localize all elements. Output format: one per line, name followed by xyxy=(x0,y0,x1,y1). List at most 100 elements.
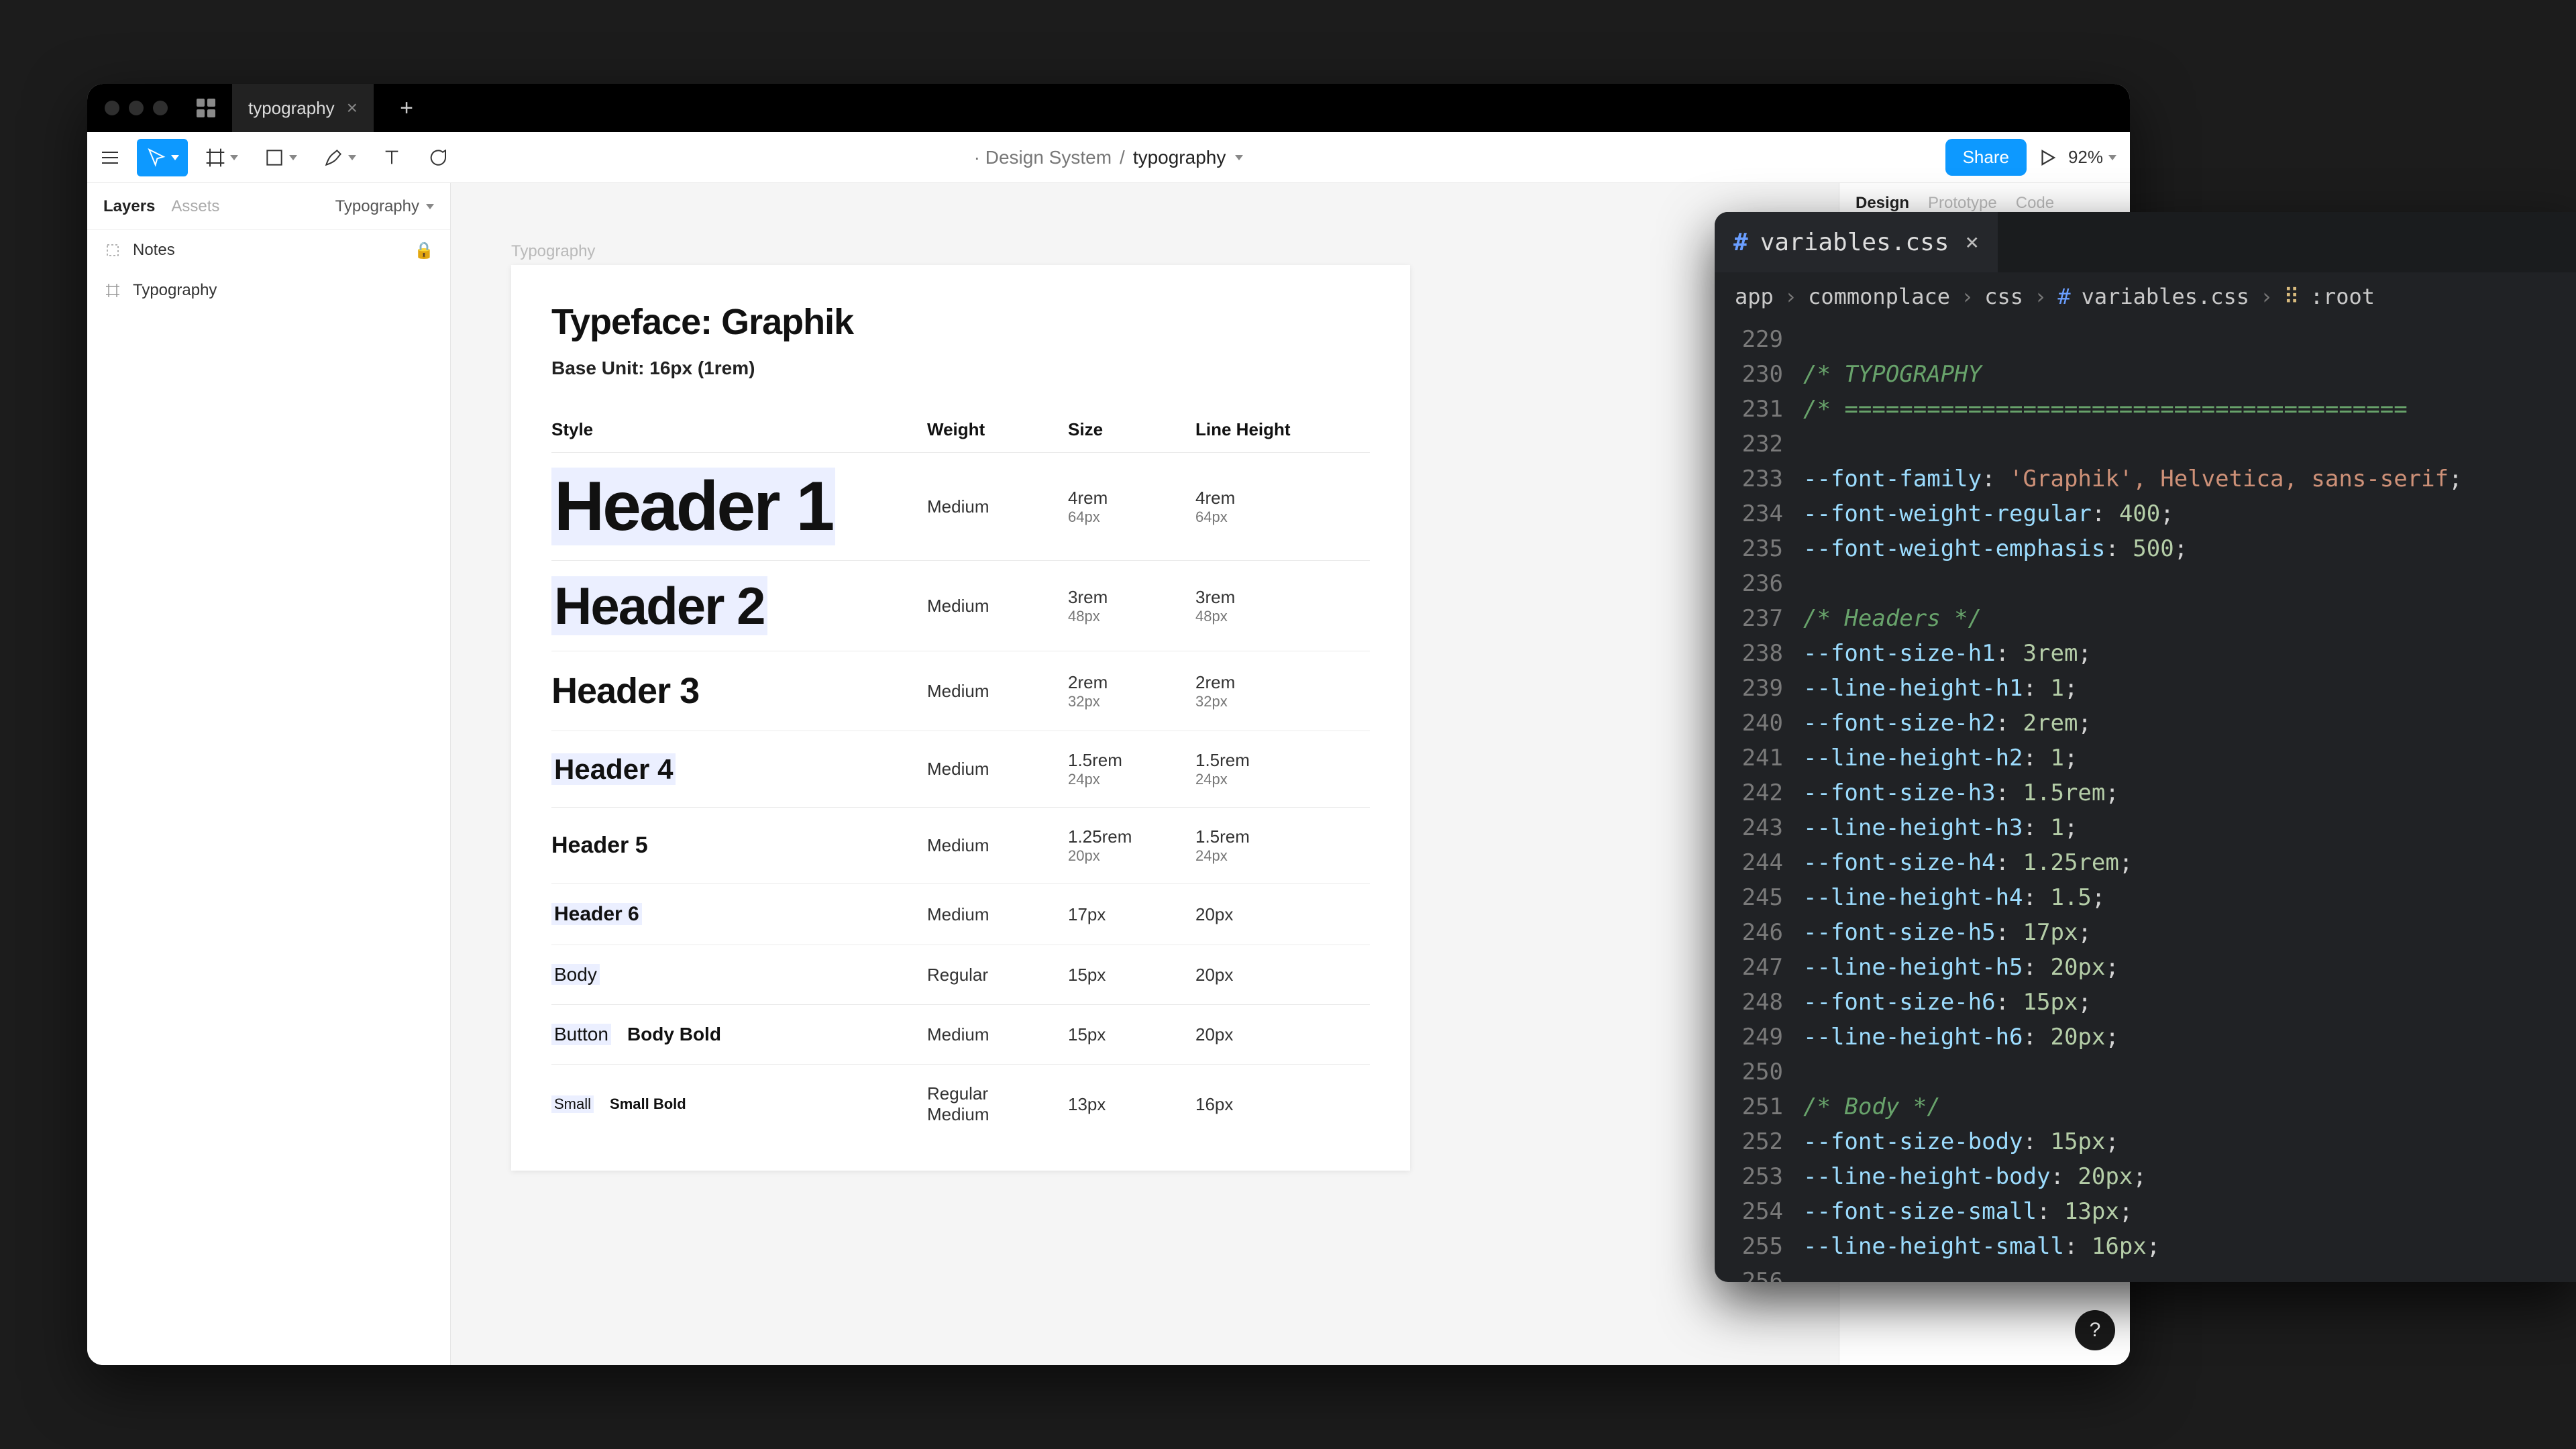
menu-button[interactable] xyxy=(91,139,129,176)
spec-weight: Medium xyxy=(927,835,1068,856)
new-tab-button[interactable]: + xyxy=(388,90,425,126)
spec-style: ButtonBody Bold xyxy=(551,1024,927,1045)
breadcrumb-project[interactable]: · Design System xyxy=(974,147,1112,168)
spec-row[interactable]: ButtonBody BoldMedium15px20px xyxy=(551,1004,1370,1064)
crumb-app[interactable]: app xyxy=(1735,284,1774,309)
layer-row[interactable]: Notes🔒 xyxy=(87,230,450,270)
spec-row[interactable]: Header 4Medium1.5rem24px1.5rem24px xyxy=(551,731,1370,807)
frame-icon xyxy=(103,281,122,300)
share-button[interactable]: Share xyxy=(1945,139,2027,176)
layer-list: Notes🔒 Typography xyxy=(87,230,450,311)
editor-breadcrumb[interactable]: app› commonplace› css› # variables.css› … xyxy=(1715,272,2576,321)
typography-artboard[interactable]: Typeface: Graphik Base Unit: 16px (1rem)… xyxy=(511,265,1410,1171)
lock-icon[interactable]: 🔒 xyxy=(414,241,434,260)
spec-weight: Regular Medium xyxy=(927,1083,1068,1125)
css-file-icon: # xyxy=(2057,284,2070,309)
tab-layers[interactable]: Layers xyxy=(103,197,155,216)
code-text[interactable]: /* TYPOGRAPHY/* ========================… xyxy=(1795,321,2576,1282)
tab-code[interactable]: Code xyxy=(2016,194,2054,213)
spec-lineheight: 3rem48px xyxy=(1195,587,1370,625)
spec-row[interactable]: Header 6Medium17px20px xyxy=(551,883,1370,945)
spec-size: 1.5rem24px xyxy=(1068,750,1195,788)
spec-row[interactable]: Header 1Medium4rem64px4rem64px xyxy=(551,452,1370,560)
traffic-lights[interactable] xyxy=(105,101,168,115)
spec-style: Header 1 xyxy=(551,472,927,541)
crumb-pkg[interactable]: commonplace xyxy=(1808,284,1950,309)
spec-style: Header 4 xyxy=(551,753,927,786)
layers-panel: Layers Assets Typography Notes🔒 Typograph… xyxy=(87,183,451,1365)
chevron-down-icon xyxy=(348,155,356,160)
spec-row[interactable]: Header 5Medium1.25rem20px1.5rem24px xyxy=(551,807,1370,883)
spec-lineheight: 20px xyxy=(1195,965,1370,985)
spec-size: 17px xyxy=(1068,904,1195,925)
help-button[interactable]: ? xyxy=(2075,1310,2115,1350)
shape-tool-button[interactable] xyxy=(255,139,306,176)
page-selector-label: Typography xyxy=(335,197,419,216)
spec-style: Header 6 xyxy=(551,903,927,926)
breadcrumb-page[interactable]: typography xyxy=(1133,147,1226,168)
spec-weight: Medium xyxy=(927,681,1068,702)
col-size: Size xyxy=(1068,419,1195,440)
text-tool-button[interactable] xyxy=(373,139,411,176)
artboard-subtitle: Base Unit: 16px (1rem) xyxy=(551,358,1370,379)
code-area[interactable]: 2292302312322332342352362372382392402412… xyxy=(1715,321,2576,1282)
close-dot-icon[interactable] xyxy=(105,101,119,115)
spec-weight: Medium xyxy=(927,1024,1068,1045)
move-tool-button[interactable] xyxy=(137,139,188,176)
close-tab-icon[interactable]: × xyxy=(347,97,358,119)
spec-style: Header 2 xyxy=(551,580,927,632)
spec-row[interactable]: Header 2Medium3rem48px3rem48px xyxy=(551,560,1370,651)
zoom-dot-icon[interactable] xyxy=(153,101,168,115)
spec-style: SmallSmall Bold xyxy=(551,1095,927,1113)
chevron-down-icon xyxy=(2108,155,2116,160)
spec-row[interactable]: BodyRegular15px20px xyxy=(551,945,1370,1004)
tab-assets[interactable]: Assets xyxy=(171,197,219,216)
spec-row[interactable]: Header 3Medium2rem32px2rem32px xyxy=(551,651,1370,731)
spec-weight: Medium xyxy=(927,759,1068,780)
pen-tool-button[interactable] xyxy=(314,139,365,176)
spec-style: Header 5 xyxy=(551,833,927,859)
spec-size: 15px xyxy=(1068,965,1195,985)
page-selector[interactable]: Typography xyxy=(335,197,434,216)
col-lh: Line Height xyxy=(1195,419,1370,440)
spec-size: 3rem48px xyxy=(1068,587,1195,625)
canvas[interactable]: Typography Typeface: Graphik Base Unit: … xyxy=(451,183,1839,1365)
document-tab[interactable]: typography × xyxy=(232,84,374,132)
tab-prototype[interactable]: Prototype xyxy=(1928,194,1997,213)
home-grid-icon[interactable] xyxy=(195,97,217,119)
tab-design[interactable]: Design xyxy=(1856,194,1909,213)
spec-lineheight: 20px xyxy=(1195,1024,1370,1045)
minimize-dot-icon[interactable] xyxy=(129,101,144,115)
spec-size: 2rem32px xyxy=(1068,672,1195,710)
editor-tab[interactable]: # variables.css × xyxy=(1715,212,1998,272)
chevron-down-icon xyxy=(230,155,238,160)
crumb-file[interactable]: variables.css xyxy=(2082,284,2249,309)
spec-style: Header 3 xyxy=(551,670,927,712)
toolbar: · Design System / typography Share 92% xyxy=(87,132,2130,183)
layer-row[interactable]: Typography xyxy=(87,270,450,311)
toolbar-right: Share 92% xyxy=(1945,139,2130,176)
chevron-down-icon xyxy=(289,155,297,160)
artboard-title: Typeface: Graphik xyxy=(551,301,1370,343)
spec-lineheight: 16px xyxy=(1195,1094,1370,1115)
editor-tab-label: variables.css xyxy=(1760,229,1949,256)
col-weight: Weight xyxy=(927,419,1068,440)
comment-tool-button[interactable] xyxy=(419,139,456,176)
close-tab-icon[interactable]: × xyxy=(1965,229,1978,256)
present-button[interactable] xyxy=(2037,148,2057,168)
spec-weight: Medium xyxy=(927,496,1068,517)
spec-lineheight: 4rem64px xyxy=(1195,488,1370,526)
spec-weight: Medium xyxy=(927,596,1068,616)
spec-size: 15px xyxy=(1068,1024,1195,1045)
crumb-dir[interactable]: css xyxy=(1984,284,2023,309)
line-number-gutter: 2292302312322332342352362372382392402412… xyxy=(1715,321,1795,1282)
frame-label[interactable]: Typography xyxy=(511,242,595,261)
layer-label: Typography xyxy=(133,281,217,300)
crumb-sym[interactable]: :root xyxy=(2310,284,2375,309)
spec-rows: Header 1Medium4rem64px4rem64pxHeader 2Me… xyxy=(551,452,1370,1144)
chevron-down-icon[interactable] xyxy=(1235,155,1243,160)
frame-tool-button[interactable] xyxy=(196,139,247,176)
zoom-select[interactable]: 92% xyxy=(2068,147,2116,168)
css-file-icon: # xyxy=(1733,229,1748,256)
spec-row[interactable]: SmallSmall BoldRegular Medium13px16px xyxy=(551,1064,1370,1144)
